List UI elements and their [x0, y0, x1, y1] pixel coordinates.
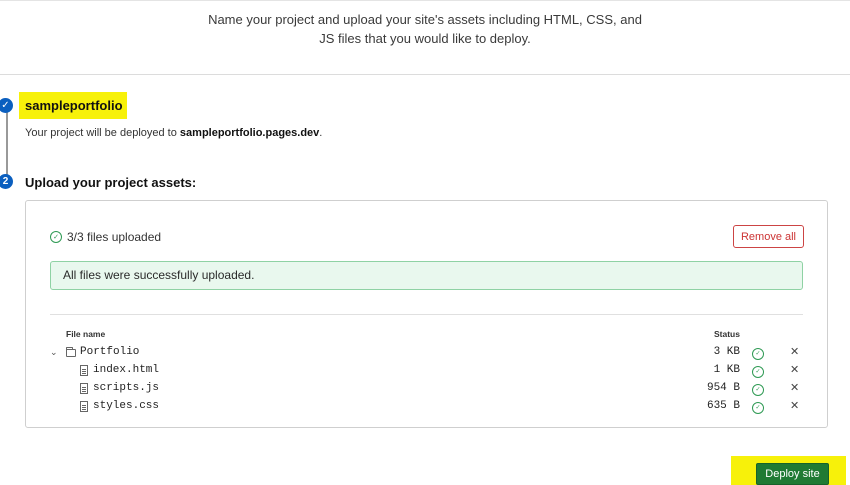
close-icon[interactable]: ✕	[790, 399, 799, 412]
chevron-down-icon[interactable]: ⌄	[50, 348, 58, 358]
table-row: scripts.js 954 B ✓ ✕	[26, 381, 829, 398]
file-name: index.html	[93, 364, 160, 376]
project-name: sampleportfolio	[25, 98, 123, 113]
step-1-complete-icon: ✓	[0, 98, 13, 113]
uploaded-status: ✓ 3/3 files uploaded	[50, 230, 161, 244]
intro-line-2: JS files that you would like to deploy.	[319, 31, 531, 46]
file-name: styles.css	[93, 400, 160, 412]
table-row: styles.css 635 B ✓ ✕	[26, 399, 829, 416]
folder-icon	[66, 347, 76, 357]
step-2-number: 2	[0, 174, 13, 189]
file-size: 3 KB	[713, 346, 740, 358]
column-header-status: Status	[714, 329, 740, 339]
file-icon	[80, 383, 88, 394]
check-circle-icon: ✓	[752, 366, 764, 378]
check-circle-icon: ✓	[752, 402, 764, 414]
deploy-domain: sampleportfolio.pages.dev	[179, 127, 320, 139]
upload-title: Upload your project assets:	[25, 175, 197, 190]
uploaded-count: 3/3 files uploaded	[67, 230, 162, 244]
close-icon[interactable]: ✕	[790, 345, 799, 358]
file-name: Portfolio	[80, 346, 140, 358]
check-circle-icon: ✓	[752, 348, 764, 360]
file-icon	[80, 365, 88, 376]
check-circle-icon: ✓	[50, 231, 62, 243]
file-size: 1 KB	[713, 364, 740, 376]
close-icon[interactable]: ✕	[790, 363, 799, 376]
file-size: 635 B	[706, 400, 740, 412]
deploy-destination-note: Your project will be deployed to samplep…	[25, 127, 322, 139]
section-divider	[0, 74, 850, 75]
intro-text: Name your project and upload your site's…	[160, 10, 690, 48]
table-divider	[50, 314, 803, 315]
table-row-folder: ⌄ Portfolio 3 KB ✓ ✕	[26, 345, 829, 362]
deploy-suffix: .	[319, 127, 323, 139]
column-header-file-name: File name	[66, 329, 106, 339]
success-banner: All files were successfully uploaded.	[50, 261, 803, 290]
file-size: 954 B	[706, 382, 740, 394]
step-timeline	[6, 106, 8, 178]
file-icon	[80, 401, 88, 412]
top-border	[0, 0, 850, 1]
remove-all-button[interactable]: Remove all	[733, 225, 804, 248]
deploy-prefix: Your project will be deployed to	[25, 127, 180, 139]
upload-panel: ✓ 3/3 files uploaded Remove all All file…	[25, 200, 828, 428]
deploy-site-button[interactable]: Deploy site	[756, 463, 829, 485]
file-name: scripts.js	[93, 382, 160, 394]
check-circle-icon: ✓	[752, 384, 764, 396]
table-row: index.html 1 KB ✓ ✕	[26, 363, 829, 380]
intro-line-1: Name your project and upload your site's…	[208, 12, 642, 27]
close-icon[interactable]: ✕	[790, 381, 799, 394]
